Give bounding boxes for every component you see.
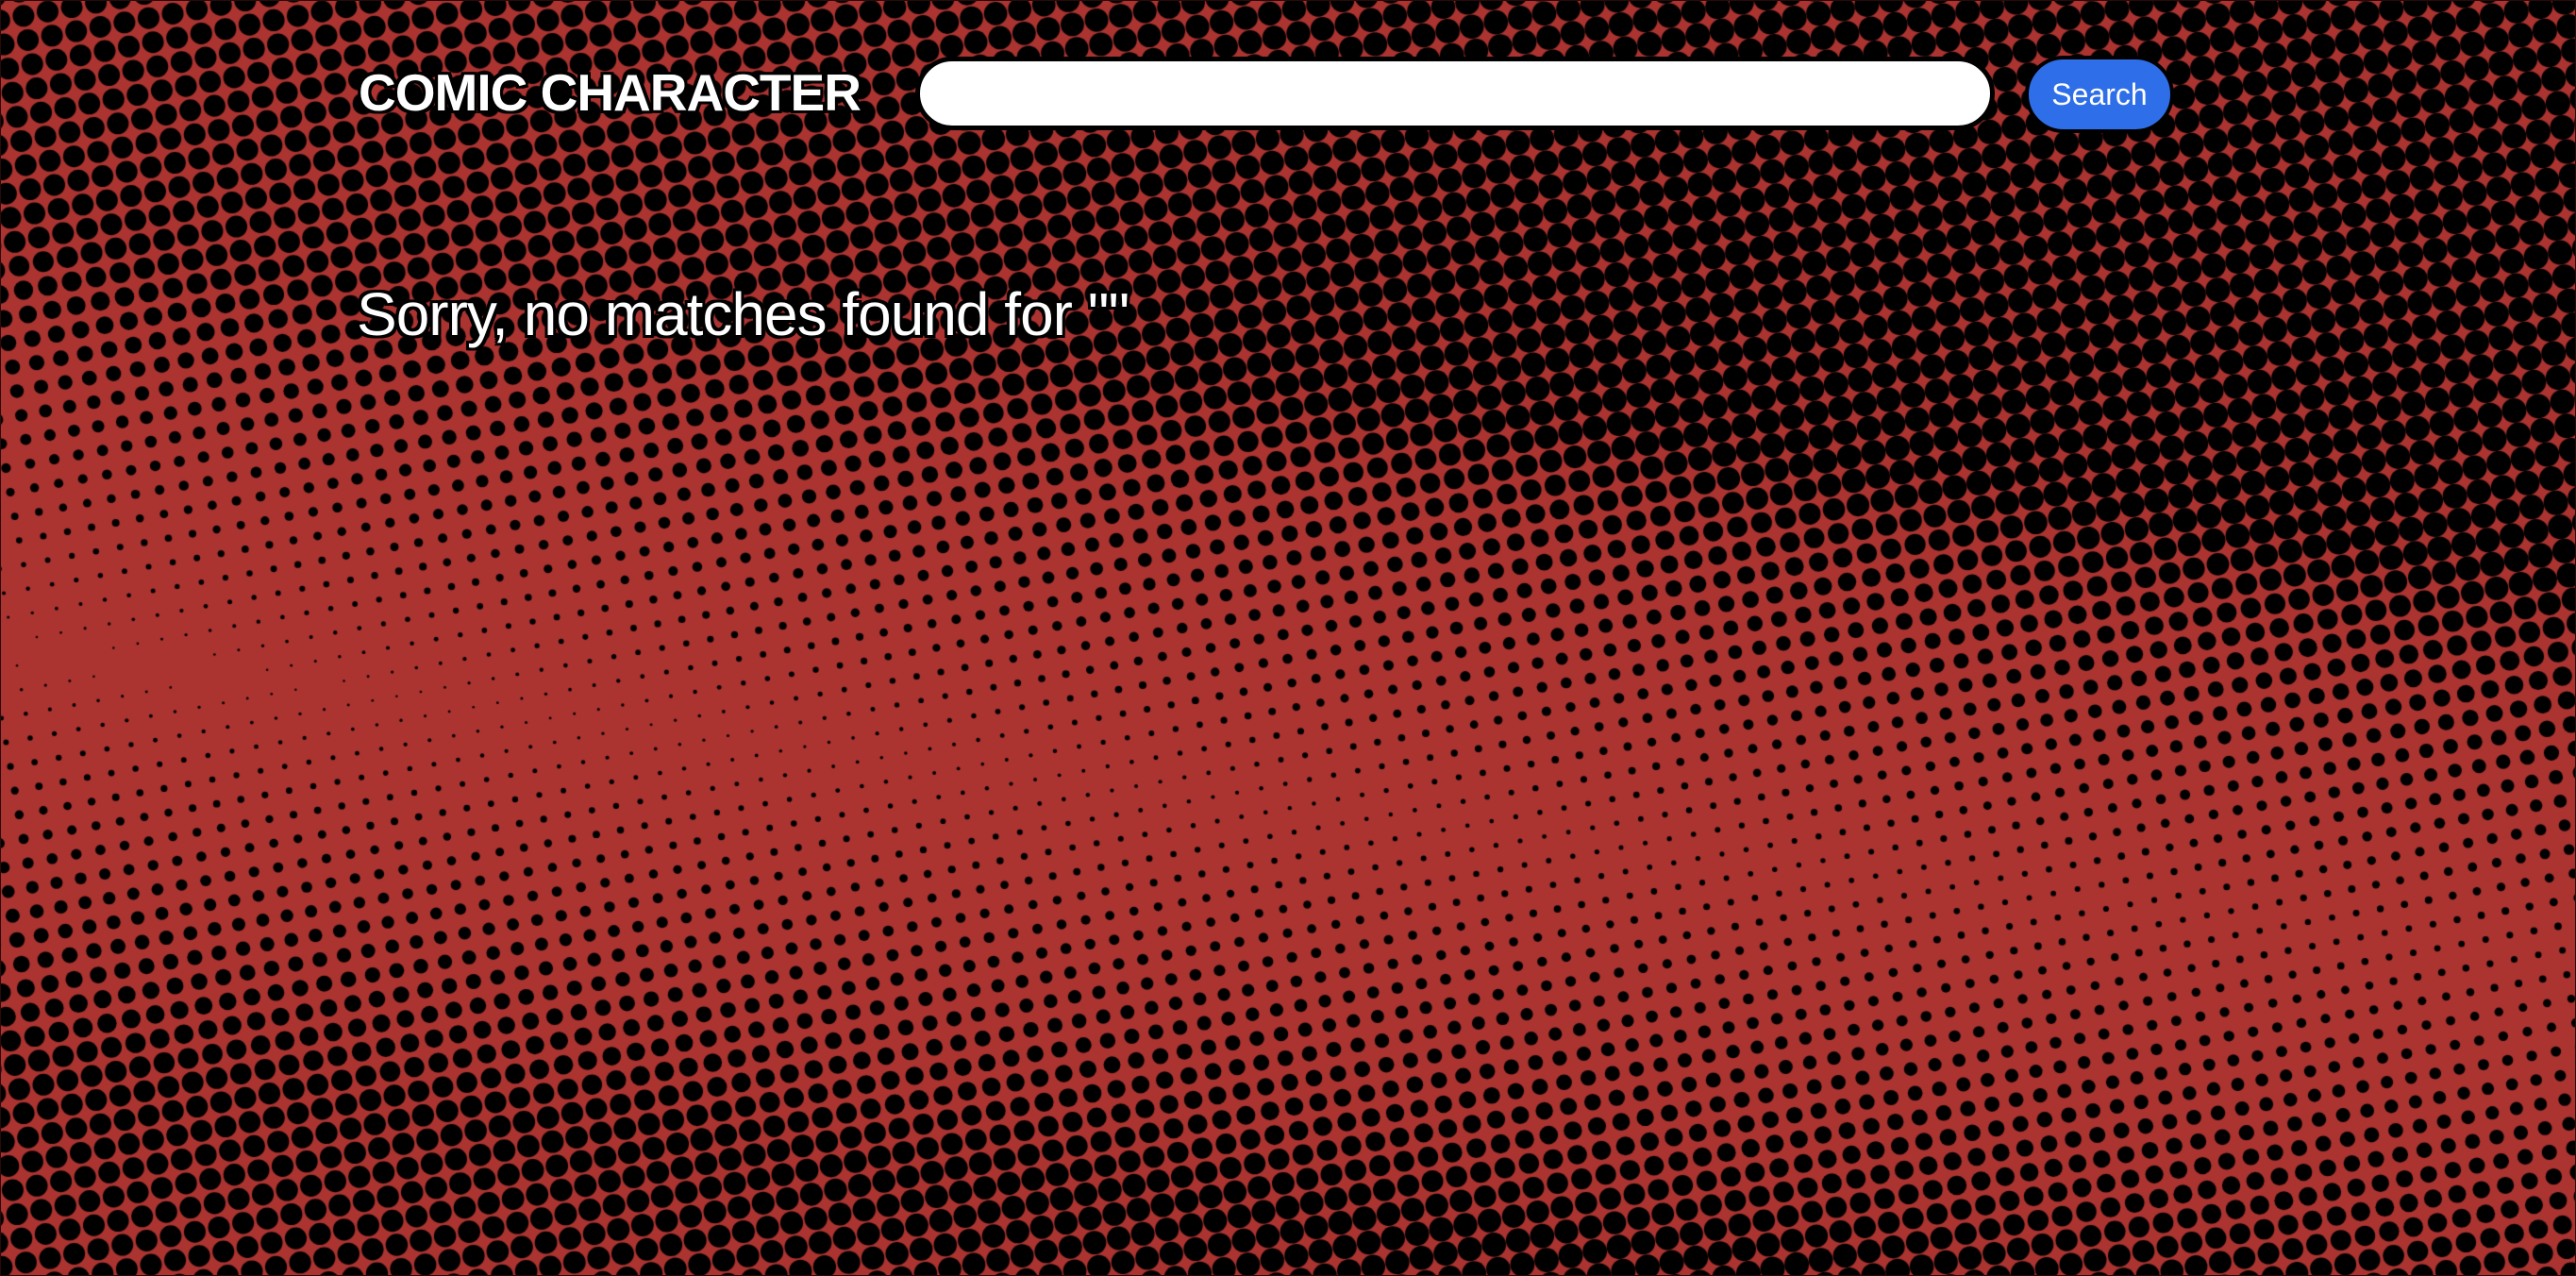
site-logo[interactable]: COMIC CHARACTER [358, 62, 862, 123]
no-results-message: Sorry, no matches found for "" [357, 280, 1129, 348]
halftone-background [0, 0, 2576, 1276]
search-button[interactable]: Search [2025, 56, 2174, 133]
header: COMIC CHARACTER Search [0, 0, 2576, 189]
search-input[interactable] [915, 57, 1995, 130]
